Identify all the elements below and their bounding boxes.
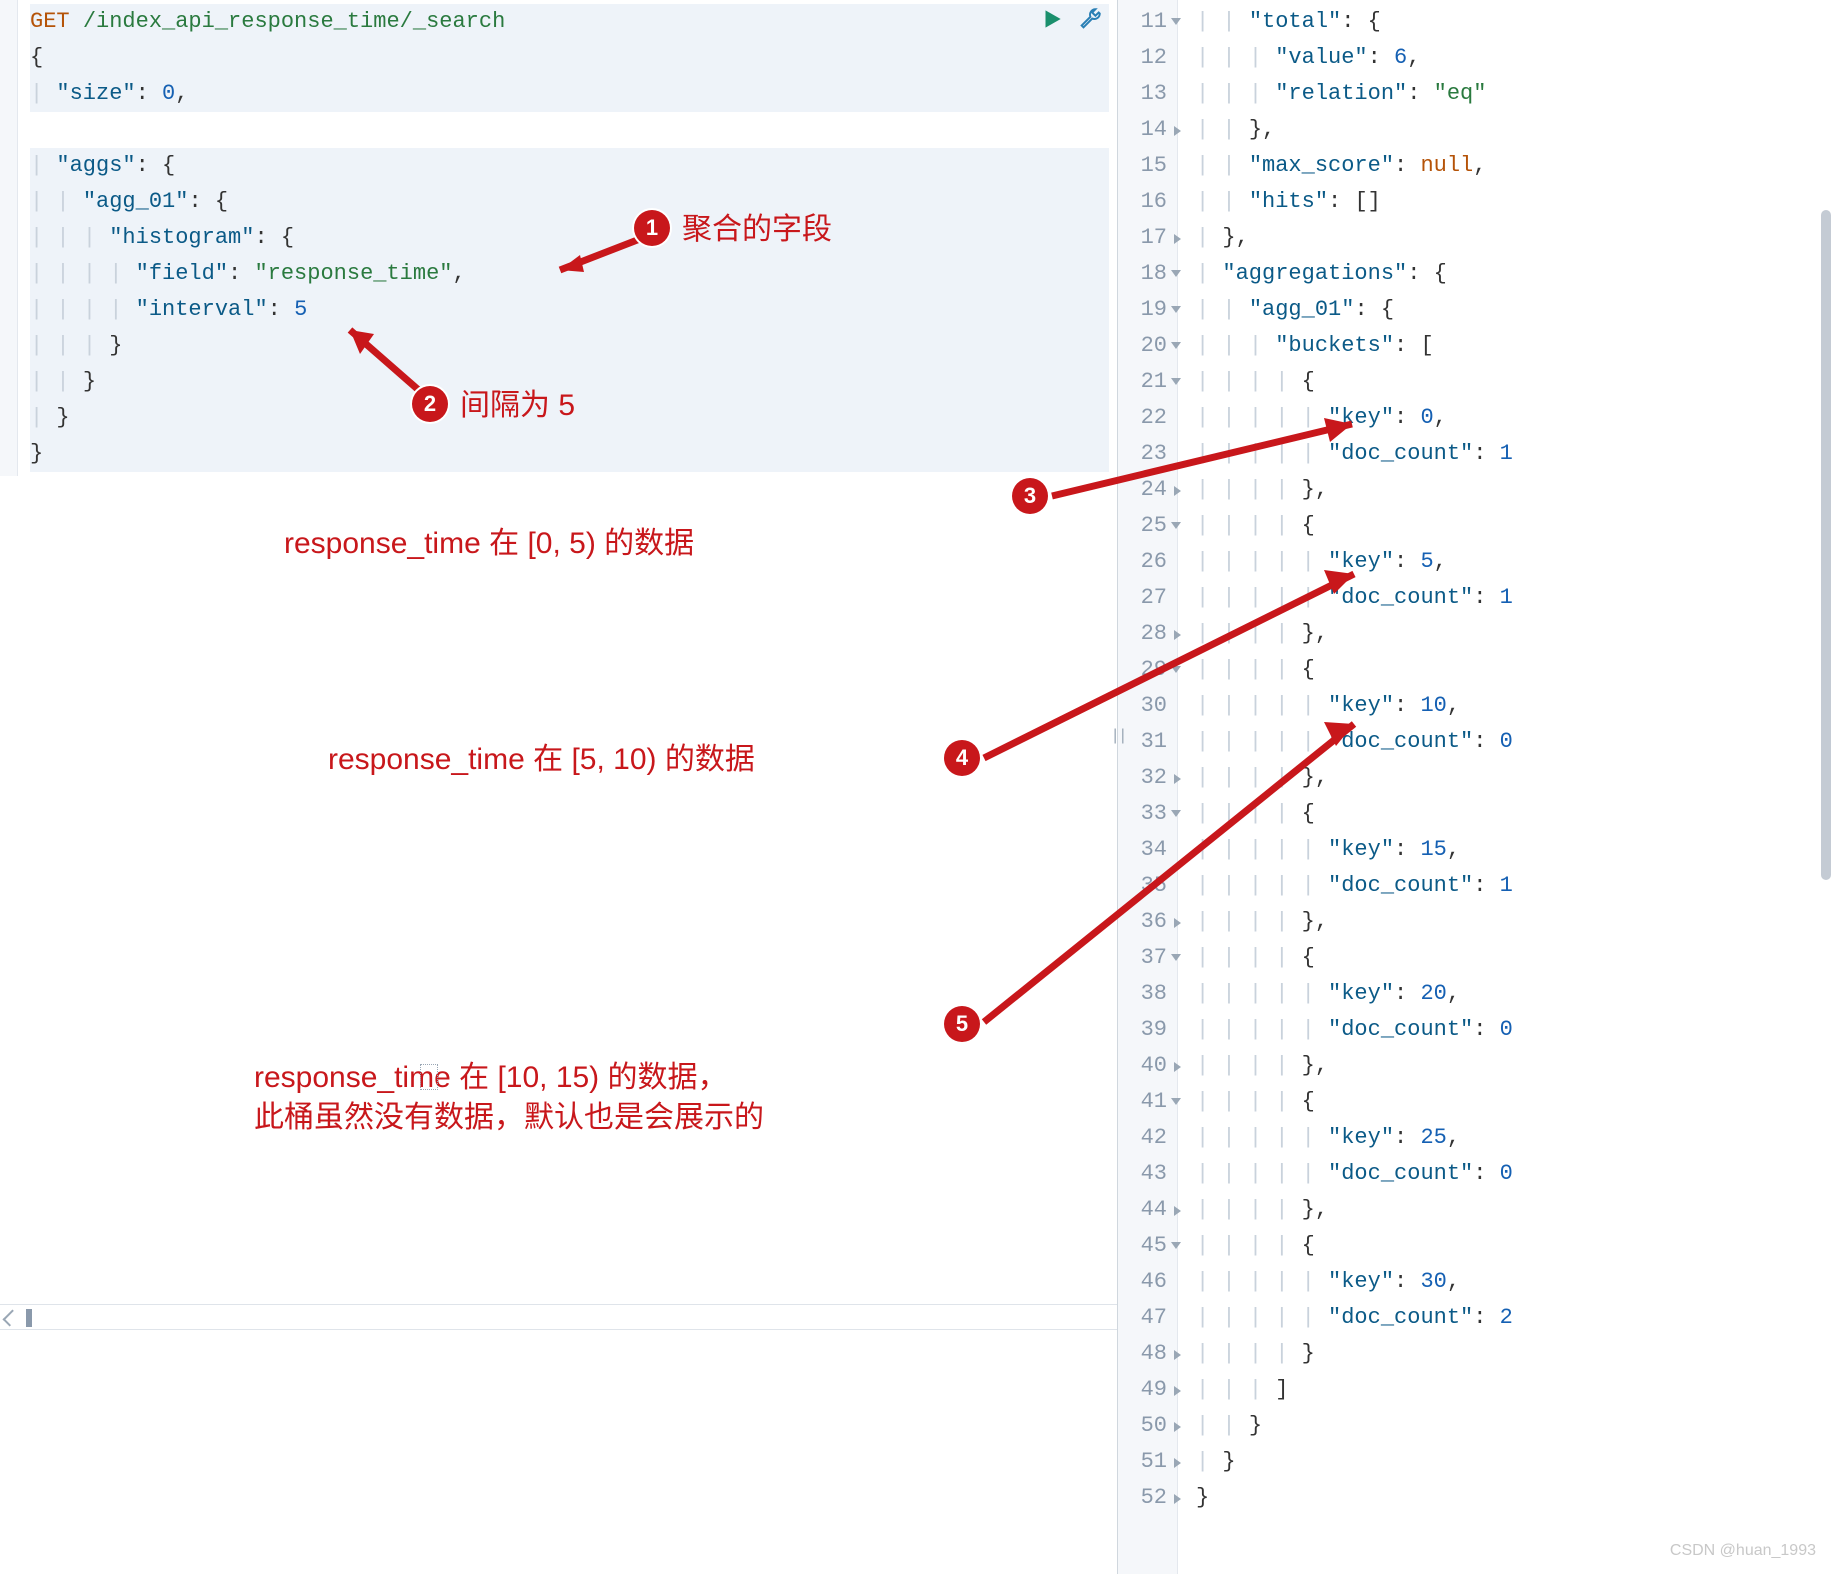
split-view: GET /index_api_response_time/_search { |…	[0, 0, 1834, 1574]
watermark: CSDN @huan_1993	[1670, 1542, 1816, 1560]
request-editor[interactable]: GET /index_api_response_time/_search { |…	[18, 0, 1117, 476]
horizontal-scrollbar[interactable]	[0, 1304, 1117, 1330]
response-viewer[interactable]: | | "total": { | | | "value": 6, | | | "…	[1178, 0, 1834, 1574]
scrollbar-thumb[interactable]	[1821, 210, 1831, 880]
editor-toolbar	[1039, 6, 1103, 39]
response-pane: 1112131415161718192021222324252627282930…	[1118, 0, 1834, 1574]
left-gutter	[0, 0, 18, 476]
request-pane: GET /index_api_response_time/_search { |…	[0, 0, 1118, 1574]
vertical-scrollbar[interactable]	[1818, 0, 1834, 960]
play-icon[interactable]	[1039, 6, 1065, 39]
wrench-icon[interactable]	[1077, 6, 1103, 39]
line-number-gutter: 1112131415161718192021222324252627282930…	[1118, 0, 1178, 1574]
pane-resize-handle[interactable]: ||	[1112, 716, 1124, 756]
